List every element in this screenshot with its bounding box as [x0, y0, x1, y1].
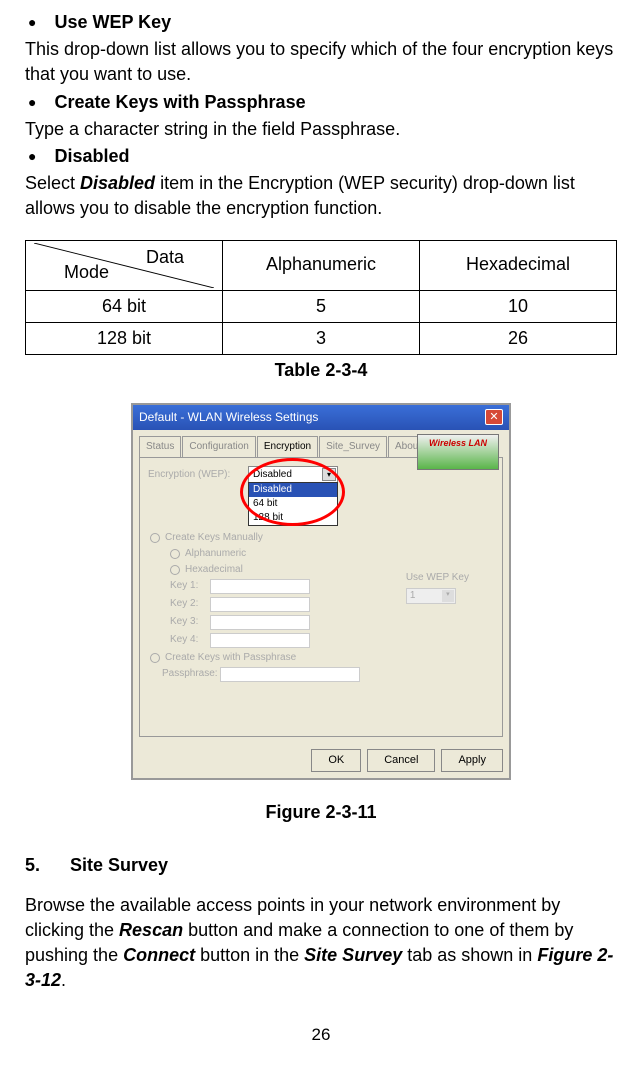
close-button[interactable]: ✕ [485, 409, 503, 425]
table-header: Hexadecimal [420, 240, 617, 290]
encryption-dropdown-wrap: Disabled ▾ Disabled 64 bit 128 bit [248, 466, 338, 484]
radio-icon [150, 533, 160, 543]
body-text: This drop-down list allows you to specif… [25, 37, 617, 87]
use-wep-select[interactable]: 1 ▾ [406, 588, 456, 604]
use-wep-label: Use WEP Key [406, 571, 469, 585]
radio-passphrase[interactable]: Create Keys with Passphrase [150, 651, 494, 665]
bullet-dot: ● [28, 90, 36, 115]
bullet-item-use-wep: ● Use WEP Key [25, 10, 617, 35]
section-number: 5. [25, 855, 40, 875]
section-heading: 5. Site Survey [25, 853, 617, 878]
body-text: Select Disabled item in the Encryption (… [25, 171, 617, 221]
table-row: 128 bit 3 26 [26, 322, 617, 354]
window-title: Default - WLAN Wireless Settings [139, 409, 318, 426]
table-row: 64 bit 5 10 [26, 290, 617, 322]
text: Select [25, 173, 80, 193]
logo-text: Wireless LAN [429, 438, 487, 448]
passphrase-label: Passphrase: [162, 667, 220, 681]
bold-text: Site Survey [304, 945, 402, 965]
tab-configuration[interactable]: Configuration [182, 436, 255, 457]
bold-italic-text: Disabled [80, 173, 155, 193]
text: tab as shown in [402, 945, 537, 965]
radio-icon [170, 549, 180, 559]
diagonal-line-icon [34, 243, 214, 288]
ok-button[interactable]: OK [311, 749, 361, 772]
encryption-field-row: Encryption (WEP): Disabled ▾ Disabled 64… [148, 466, 494, 484]
table-cell: 26 [420, 322, 617, 354]
passphrase-row: Passphrase: [162, 667, 494, 682]
table-header-diagonal: Data Mode [26, 240, 223, 290]
bullet-title: Disabled [54, 144, 129, 169]
table-cell: 3 [223, 322, 420, 354]
wireless-lan-logo: Wireless LAN [417, 434, 499, 470]
bullet-dot: ● [28, 10, 36, 35]
key-label: Key 1: [170, 579, 210, 593]
table-cell: 128 bit [26, 322, 223, 354]
table-cell: 5 [223, 290, 420, 322]
section-body: Browse the available access points in yo… [25, 893, 617, 994]
radio-label: Alphanumeric [185, 547, 246, 561]
figure-caption: Figure 2-3-11 [25, 800, 617, 825]
key-label: Key 3: [170, 615, 210, 629]
chevron-down-icon: ▾ [442, 590, 454, 602]
table-cell: 10 [420, 290, 617, 322]
text: button in the [195, 945, 304, 965]
section-title: Site Survey [70, 855, 168, 875]
key1-input[interactable] [210, 579, 310, 594]
radio-label: Hexadecimal [185, 563, 243, 577]
table-caption: Table 2-3-4 [25, 358, 617, 383]
cancel-button[interactable]: Cancel [367, 749, 435, 772]
bullet-item-create-keys: ● Create Keys with Passphrase [25, 90, 617, 115]
header-mode-label: Mode [64, 260, 109, 285]
radio-icon [170, 565, 180, 575]
bullet-item-disabled: ● Disabled [25, 144, 617, 169]
passphrase-input[interactable] [220, 667, 360, 682]
text: . [61, 970, 66, 990]
encryption-label: Encryption (WEP): [148, 468, 248, 482]
table-header: Alphanumeric [223, 240, 420, 290]
radio-alphanumeric[interactable]: Alphanumeric [170, 547, 494, 561]
bullet-dot: ● [28, 144, 36, 169]
bold-text: Rescan [119, 920, 183, 940]
encryption-panel: Encryption (WEP): Disabled ▾ Disabled 64… [139, 457, 503, 737]
bullet-title: Use WEP Key [54, 10, 171, 35]
tabs-row: Status Configuration Encryption Site_Sur… [133, 430, 509, 457]
radio-label: Create Keys Manually [165, 531, 263, 545]
key2-input[interactable] [210, 597, 310, 612]
red-highlight-circle [240, 458, 345, 526]
key4-row: Key 4: [170, 633, 494, 648]
apply-button[interactable]: Apply [441, 749, 503, 772]
tab-status[interactable]: Status [139, 436, 181, 457]
wlan-settings-window: Default - WLAN Wireless Settings ✕ Statu… [131, 403, 511, 780]
window-titlebar: Default - WLAN Wireless Settings ✕ [133, 405, 509, 430]
tab-site-survey[interactable]: Site_Survey [319, 436, 387, 457]
key4-input[interactable] [210, 633, 310, 648]
key3-input[interactable] [210, 615, 310, 630]
header-data-label: Data [146, 245, 184, 270]
bold-text: Connect [123, 945, 195, 965]
key-label: Key 4: [170, 633, 210, 647]
select-value: 1 [410, 590, 416, 601]
radio-create-manual[interactable]: Create Keys Manually [150, 531, 494, 545]
body-text: Type a character string in the field Pas… [25, 117, 617, 142]
page-number: 26 [25, 1023, 617, 1047]
tab-encryption[interactable]: Encryption [257, 436, 318, 457]
button-row: OK Cancel Apply [133, 743, 509, 778]
key-label: Key 2: [170, 597, 210, 611]
radio-label: Create Keys with Passphrase [165, 651, 296, 665]
use-wep-key-section: Use WEP Key 1 ▾ [406, 571, 469, 604]
key3-row: Key 3: [170, 615, 494, 630]
bullet-title: Create Keys with Passphrase [54, 90, 305, 115]
wep-table: Data Mode Alphanumeric Hexadecimal 64 bi… [25, 240, 617, 355]
table-cell: 64 bit [26, 290, 223, 322]
radio-icon [150, 653, 160, 663]
